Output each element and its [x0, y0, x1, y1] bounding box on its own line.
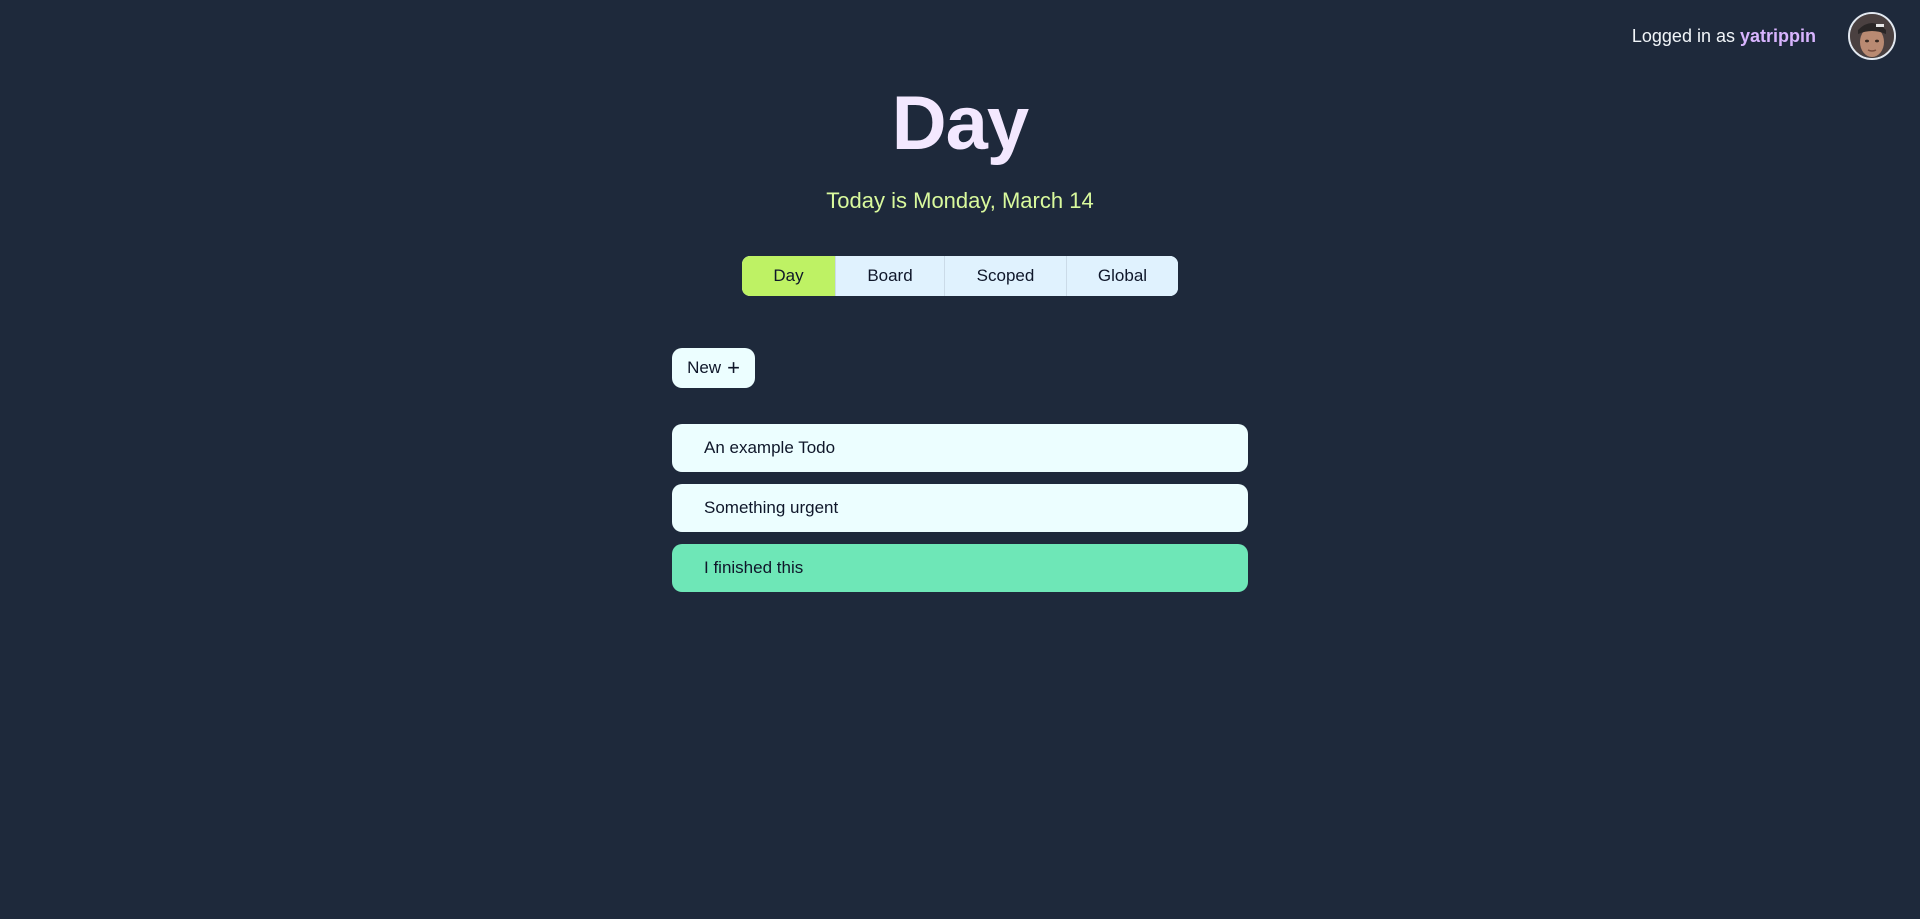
avatar-image — [1850, 14, 1894, 58]
page-title: Day — [891, 81, 1029, 166]
login-prefix: Logged in as — [1631, 25, 1740, 46]
todo-text: An example Todo — [704, 438, 836, 457]
username[interactable]: yatrippin — [1740, 26, 1816, 46]
new-todo-button[interactable]: New + — [672, 348, 755, 388]
tab-global[interactable]: Global — [1066, 256, 1178, 296]
todo-text: I finished this — [704, 558, 804, 577]
tab-day[interactable]: Day — [742, 256, 835, 296]
avatar[interactable] — [1848, 12, 1896, 60]
user-bar: Logged in as yatrippin — [1632, 12, 1896, 60]
todo-item[interactable]: Something urgent — [672, 484, 1248, 532]
view-tabs: Day Board Scoped Global — [742, 256, 1178, 296]
login-status: Logged in as yatrippin — [1632, 26, 1816, 47]
new-button-label: New — [687, 358, 722, 377]
todo-item-done[interactable]: I finished this — [672, 544, 1248, 592]
tab-scoped[interactable]: Scoped — [944, 256, 1066, 296]
tab-board[interactable]: Board — [835, 256, 944, 296]
todo-text: Something urgent — [704, 498, 839, 517]
todo-item[interactable]: An example Todo — [672, 424, 1248, 472]
plus-icon: + — [727, 355, 740, 380]
date-subtitle: Today is Monday, March 14 — [826, 188, 1094, 213]
todo-list: An example Todo Something urgent I finis… — [672, 424, 1248, 604]
